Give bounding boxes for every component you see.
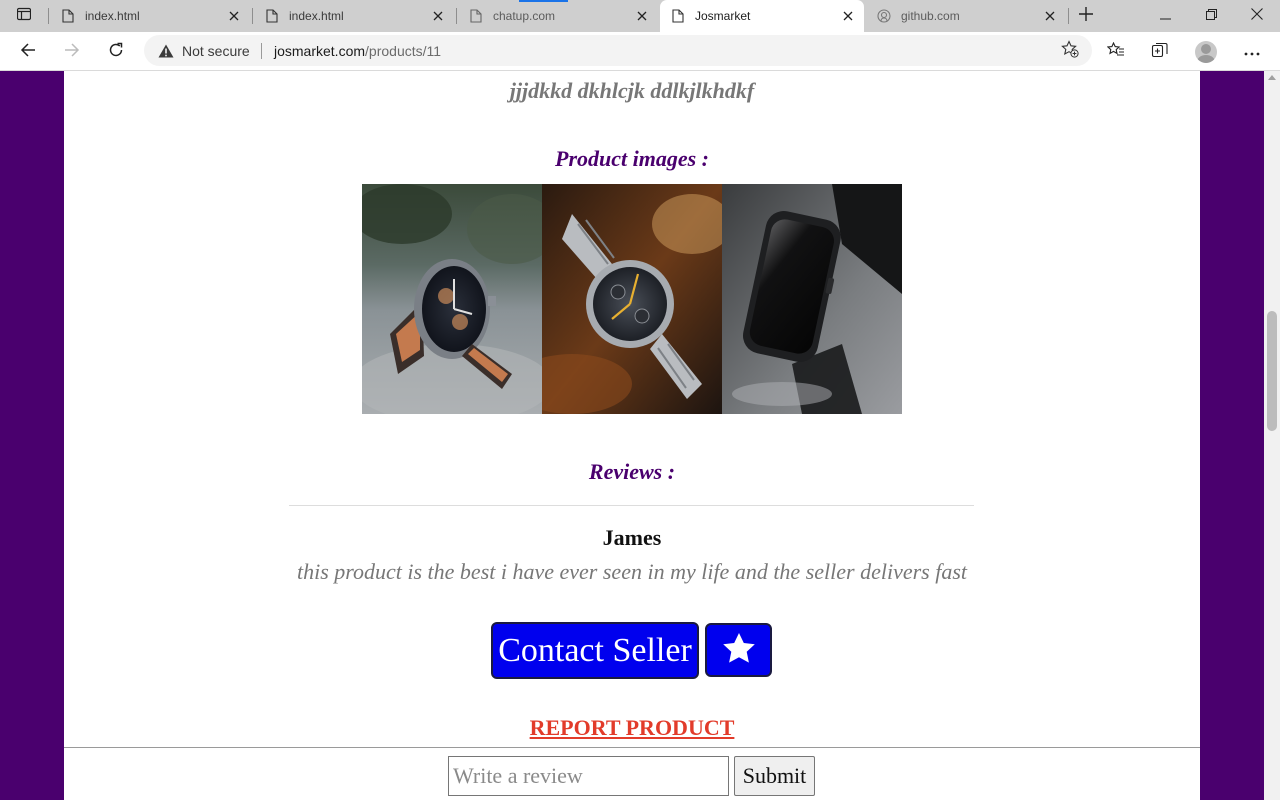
browser-toolbar: Not secure josmarket.com/products/11 [0, 32, 1280, 71]
close-tab-icon[interactable] [1038, 4, 1062, 28]
reviews-heading: Reviews : [588, 459, 676, 484]
back-button[interactable] [12, 36, 44, 68]
forward-button[interactable] [56, 36, 88, 68]
favorites-icon [1106, 41, 1125, 63]
favorite-button[interactable] [705, 623, 772, 677]
security-label: Not secure [182, 42, 250, 59]
watch-photo-1[interactable] [362, 184, 542, 414]
review-divider [289, 505, 974, 506]
more-icon [1244, 43, 1260, 61]
back-arrow-icon [20, 42, 36, 63]
address-bar[interactable]: Not secure josmarket.com/products/11 [144, 35, 1092, 66]
new-tab-button[interactable] [1072, 4, 1100, 28]
star-icon [722, 632, 756, 669]
forward-arrow-icon [64, 42, 80, 63]
close-tab-icon[interactable] [222, 4, 246, 28]
tab-josmarket[interactable]: Josmarket [660, 0, 864, 32]
watch-photo-2[interactable] [542, 184, 722, 414]
page-viewport: jjjdkkd dkhlcjk ddlkjlkhdkf Product imag… [0, 71, 1264, 800]
product-card: jjjdkkd dkhlcjk ddlkjlkhdkf Product imag… [64, 71, 1200, 800]
restore-icon [1205, 7, 1217, 25]
close-window-button[interactable] [1234, 0, 1280, 32]
warning-icon [158, 44, 174, 58]
minimize-icon [1159, 7, 1171, 25]
collections-icon [1151, 41, 1169, 64]
submit-review-button[interactable]: Submit [734, 756, 815, 796]
product-images-heading: Product images : [555, 146, 709, 171]
file-icon [670, 8, 686, 24]
favorites-button[interactable] [1100, 36, 1132, 68]
settings-menu-button[interactable] [1236, 36, 1268, 68]
vertical-scrollbar[interactable] [1264, 71, 1280, 800]
profile-button[interactable] [1190, 36, 1222, 68]
restore-button[interactable] [1188, 0, 1234, 32]
contact-seller-button[interactable]: Contact Seller [491, 622, 699, 679]
add-favorite-button[interactable] [1058, 39, 1082, 63]
scroll-up-arrow-icon[interactable] [1268, 75, 1276, 80]
tab-chatup[interactable]: chatup.com [458, 0, 658, 32]
url-path: /products/11 [365, 42, 442, 59]
site-security-indicator[interactable]: Not secure [158, 35, 250, 66]
avatar [1195, 41, 1217, 63]
tab-actions-icon [16, 7, 32, 26]
refresh-icon [108, 42, 124, 63]
close-icon [1251, 7, 1263, 25]
tab-title: Josmarket [695, 9, 751, 23]
close-tab-icon[interactable] [426, 4, 450, 28]
close-tab-icon[interactable] [630, 4, 654, 28]
watch-photo-3[interactable] [722, 184, 902, 414]
tab-title: chatup.com [493, 9, 556, 23]
file-icon [60, 8, 76, 24]
tab-github[interactable]: github.com [866, 0, 1066, 32]
tab-index-html-2[interactable]: index.html [254, 0, 454, 32]
url-host: josmarket.com [274, 42, 366, 59]
star-plus-icon [1061, 39, 1079, 63]
tab-index-html-1[interactable]: index.html [50, 0, 250, 32]
collections-button[interactable] [1144, 36, 1176, 68]
tab-title: index.html [289, 9, 344, 23]
review-input[interactable] [448, 756, 729, 796]
file-icon [468, 8, 484, 24]
review-author: James [602, 525, 662, 550]
refresh-button[interactable] [100, 36, 132, 68]
report-product-link[interactable]: REPORT PRODUCT [64, 715, 1200, 741]
file-icon [264, 8, 280, 24]
tab-title: index.html [85, 9, 140, 23]
minimize-button[interactable] [1142, 0, 1188, 32]
url-text[interactable]: josmarket.com/products/11 [274, 35, 441, 66]
github-icon [876, 8, 892, 24]
product-image-gallery [362, 184, 902, 414]
product-description: jjjdkkd dkhlcjk ddlkjlkhdkf [509, 78, 755, 103]
report-product-label[interactable]: REPORT PRODUCT [530, 715, 735, 740]
review-form: Submit [64, 747, 1200, 800]
plus-icon [1079, 6, 1093, 26]
tab-strip: index.html index.html chatup.com Josmark… [0, 0, 1280, 32]
review-text: this product is the best i have ever see… [296, 559, 968, 584]
tab-actions-button[interactable] [8, 4, 40, 28]
tab-title: github.com [901, 9, 960, 23]
close-tab-icon[interactable] [836, 4, 860, 28]
scrollbar-thumb[interactable] [1267, 311, 1277, 431]
